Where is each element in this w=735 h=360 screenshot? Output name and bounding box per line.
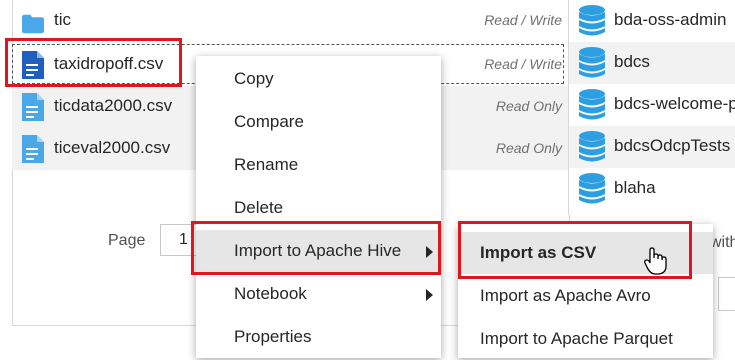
hand-pointer-icon xyxy=(644,247,667,275)
database-icon xyxy=(579,89,605,120)
database-icon xyxy=(579,5,605,36)
menu-item-rename[interactable]: Rename xyxy=(196,144,441,187)
file-permission: Read Only xyxy=(495,98,562,114)
file-permission: Read / Write xyxy=(484,12,562,28)
db-row-bdcs[interactable]: bdcs xyxy=(569,42,735,84)
submenu-item-import-as-avro[interactable]: Import as Apache Avro xyxy=(458,275,713,317)
database-icon xyxy=(579,173,605,204)
menu-item-copy[interactable]: Copy xyxy=(196,58,441,101)
db-row-bdcsOdcpTests[interactable]: bdcsOdcpTests xyxy=(569,126,735,168)
pager-label: Page xyxy=(108,232,146,249)
submenu-item-import-to-parquet[interactable]: Import to Apache Parquet xyxy=(458,318,713,360)
partial-label: with xyxy=(710,234,735,251)
context-menu: Copy Compare Rename Delete Import to Apa… xyxy=(196,56,441,358)
submenu-arrow-icon xyxy=(426,289,433,301)
database-icon xyxy=(579,47,605,78)
menu-item-properties[interactable]: Properties xyxy=(196,316,441,359)
menu-item-notebook[interactable]: Notebook xyxy=(196,273,441,316)
file-permission: Read Only xyxy=(495,140,562,156)
highlight-box-file xyxy=(5,38,182,87)
menu-item-compare[interactable]: Compare xyxy=(196,101,441,144)
file-name: ticdata2000.csv xyxy=(54,96,173,115)
database-name: bdcs-welcome-p xyxy=(614,94,735,113)
database-name: bda-oss-admin xyxy=(614,10,727,29)
file-text-icon xyxy=(22,135,44,163)
file-row-tic[interactable]: tic Read / Write xyxy=(12,0,568,42)
database-name: bdcs xyxy=(614,52,650,71)
database-name: blaha xyxy=(614,178,656,197)
highlight-box-hive xyxy=(191,221,441,275)
db-row-blaha[interactable]: blaha xyxy=(569,168,735,210)
file-text-icon xyxy=(22,93,44,121)
database-icon xyxy=(579,131,605,162)
file-name: tic xyxy=(54,10,71,29)
file-name: ticeval2000.csv xyxy=(54,138,171,157)
db-row-bda-oss-admin[interactable]: bda-oss-admin xyxy=(569,0,735,42)
partial-input[interactable] xyxy=(718,277,735,311)
db-row-bdcs-welcome[interactable]: bdcs-welcome-p xyxy=(569,84,735,126)
database-name: bdcsOdcpTests xyxy=(614,136,731,155)
folder-icon xyxy=(22,14,44,34)
